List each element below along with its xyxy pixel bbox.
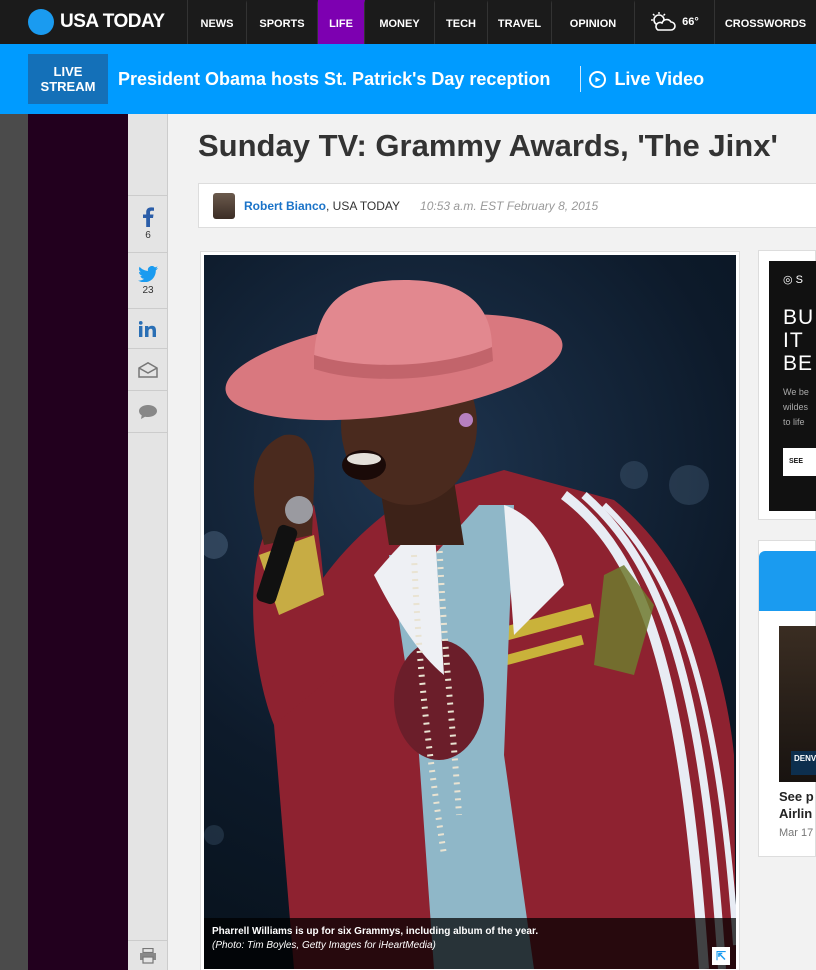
print-button[interactable]: [128, 940, 168, 970]
ad-body-2: wildes: [783, 402, 809, 412]
facebook-icon: [143, 207, 154, 227]
sidebar-ad[interactable]: ◎ S BU IT BE We be wildes to life SEE: [758, 250, 816, 520]
ad-headline-1: BU: [783, 306, 815, 329]
live-video-label: Live Video: [614, 68, 705, 89]
bar-divider: [580, 66, 582, 92]
performer-illustration: [204, 280, 736, 969]
comment-icon: [139, 404, 157, 419]
partly-cloudy-icon: [651, 12, 676, 31]
logo-text: USA TODAY: [60, 11, 165, 32]
left-gutter: [0, 114, 28, 970]
promo-headline-line2: Airlin: [779, 806, 813, 821]
ad-body-3: to life: [783, 417, 805, 427]
promo-date: Mar 17: [779, 827, 814, 839]
play-icon: ▸: [589, 70, 607, 88]
live-stream-badge[interactable]: LIVE STREAM: [28, 54, 108, 104]
expand-photo-button[interactable]: ⇱: [712, 947, 730, 965]
photo-caption-text: Pharrell Williams is up for six Grammys,…: [212, 926, 539, 937]
ad-headline-2: IT: [783, 329, 804, 352]
lead-photo[interactable]: Pharrell Williams is up for six Grammys,…: [204, 255, 736, 969]
ad-cta-button[interactable]: SEE: [783, 448, 816, 476]
promo-headline-line1: See p: [779, 789, 814, 804]
twitter-share-count: 23: [142, 284, 154, 296]
live-badge-line2: STREAM: [40, 79, 96, 94]
twitter-icon: [138, 265, 158, 282]
email-icon: [138, 361, 158, 378]
ad-brand: ◎ S: [783, 273, 816, 286]
byline: Robert Bianco , USA TODAY 10:53 a.m. EST…: [198, 183, 816, 228]
nav-item-money[interactable]: MONEY: [365, 0, 435, 44]
share-bar: 6 23: [128, 114, 168, 970]
live-stream-headline[interactable]: President Obama hosts St. Patrick's Day …: [118, 69, 550, 90]
nav-item-tech[interactable]: TECH: [435, 0, 488, 44]
photo-caption: Pharrell Williams is up for six Grammys,…: [204, 918, 736, 969]
nav-item-sports[interactable]: SPORTS: [247, 0, 318, 44]
promo-card[interactable]: DENV See p Airlin Mar 17: [758, 540, 816, 857]
author-name-link[interactable]: Robert Bianco: [244, 199, 326, 213]
live-stream-bar: LIVE STREAM President Obama hosts St. Pa…: [0, 44, 816, 114]
nav-item-opinion[interactable]: OPINION: [552, 0, 635, 44]
ad-brand-icon: ◎: [783, 274, 793, 286]
live-video-link[interactable]: ▸ Live Video: [589, 69, 704, 90]
page: USA TODAY NEWS SPORTS LIFE MONEY TECH TR…: [0, 0, 816, 970]
nav-item-crosswords[interactable]: CROSSWORDS: [715, 0, 816, 44]
author-outlet: , USA TODAY: [326, 198, 401, 213]
nav-item-life[interactable]: LIFE: [318, 0, 365, 44]
live-badge-line1: LIVE: [53, 64, 83, 79]
expand-icon: ⇱: [715, 949, 727, 963]
photo-credit: (Photo: Tim Boyles, Getty Images for iHe…: [212, 940, 436, 951]
print-icon: [140, 947, 156, 964]
weather-widget[interactable]: 66°: [635, 0, 715, 44]
ad-body-1: We be: [783, 387, 809, 397]
author-avatar: [213, 192, 235, 219]
ad-headline-3: BE: [783, 352, 814, 375]
section-rail: [28, 114, 128, 970]
promo-location-tag: DENV: [791, 751, 816, 775]
ad-brand-text: S: [795, 274, 804, 286]
article-title: Sunday TV: Grammy Awards, 'The Jinx': [198, 128, 778, 163]
logo-dot-icon: [28, 9, 54, 35]
linkedin-icon: [139, 320, 156, 337]
ad-creative: ◎ S BU IT BE We be wildes to life SEE: [769, 261, 816, 511]
article-timestamp: 10:53 a.m. EST February 8, 2015: [420, 198, 599, 213]
weather-temp: 66°: [682, 16, 699, 28]
nav-item-travel[interactable]: TRAVEL: [488, 0, 552, 44]
lead-photo-frame: Pharrell Williams is up for six Grammys,…: [200, 251, 740, 970]
promo-headline[interactable]: See p Airlin: [779, 788, 816, 822]
top-nav: USA TODAY NEWS SPORTS LIFE MONEY TECH TR…: [0, 0, 816, 44]
share-linkedin-button[interactable]: [128, 309, 168, 349]
promo-section-tab: [759, 551, 816, 611]
share-twitter-button[interactable]: 23: [128, 253, 168, 309]
article: Sunday TV: Grammy Awards, 'The Jinx' Rob…: [168, 114, 816, 970]
site-logo[interactable]: USA TODAY: [0, 0, 188, 44]
share-email-button[interactable]: [128, 349, 168, 391]
nav-item-news[interactable]: NEWS: [188, 0, 247, 44]
comment-button[interactable]: [128, 391, 168, 433]
facebook-share-count: 6: [145, 230, 151, 241]
share-facebook-button[interactable]: 6: [128, 195, 168, 253]
